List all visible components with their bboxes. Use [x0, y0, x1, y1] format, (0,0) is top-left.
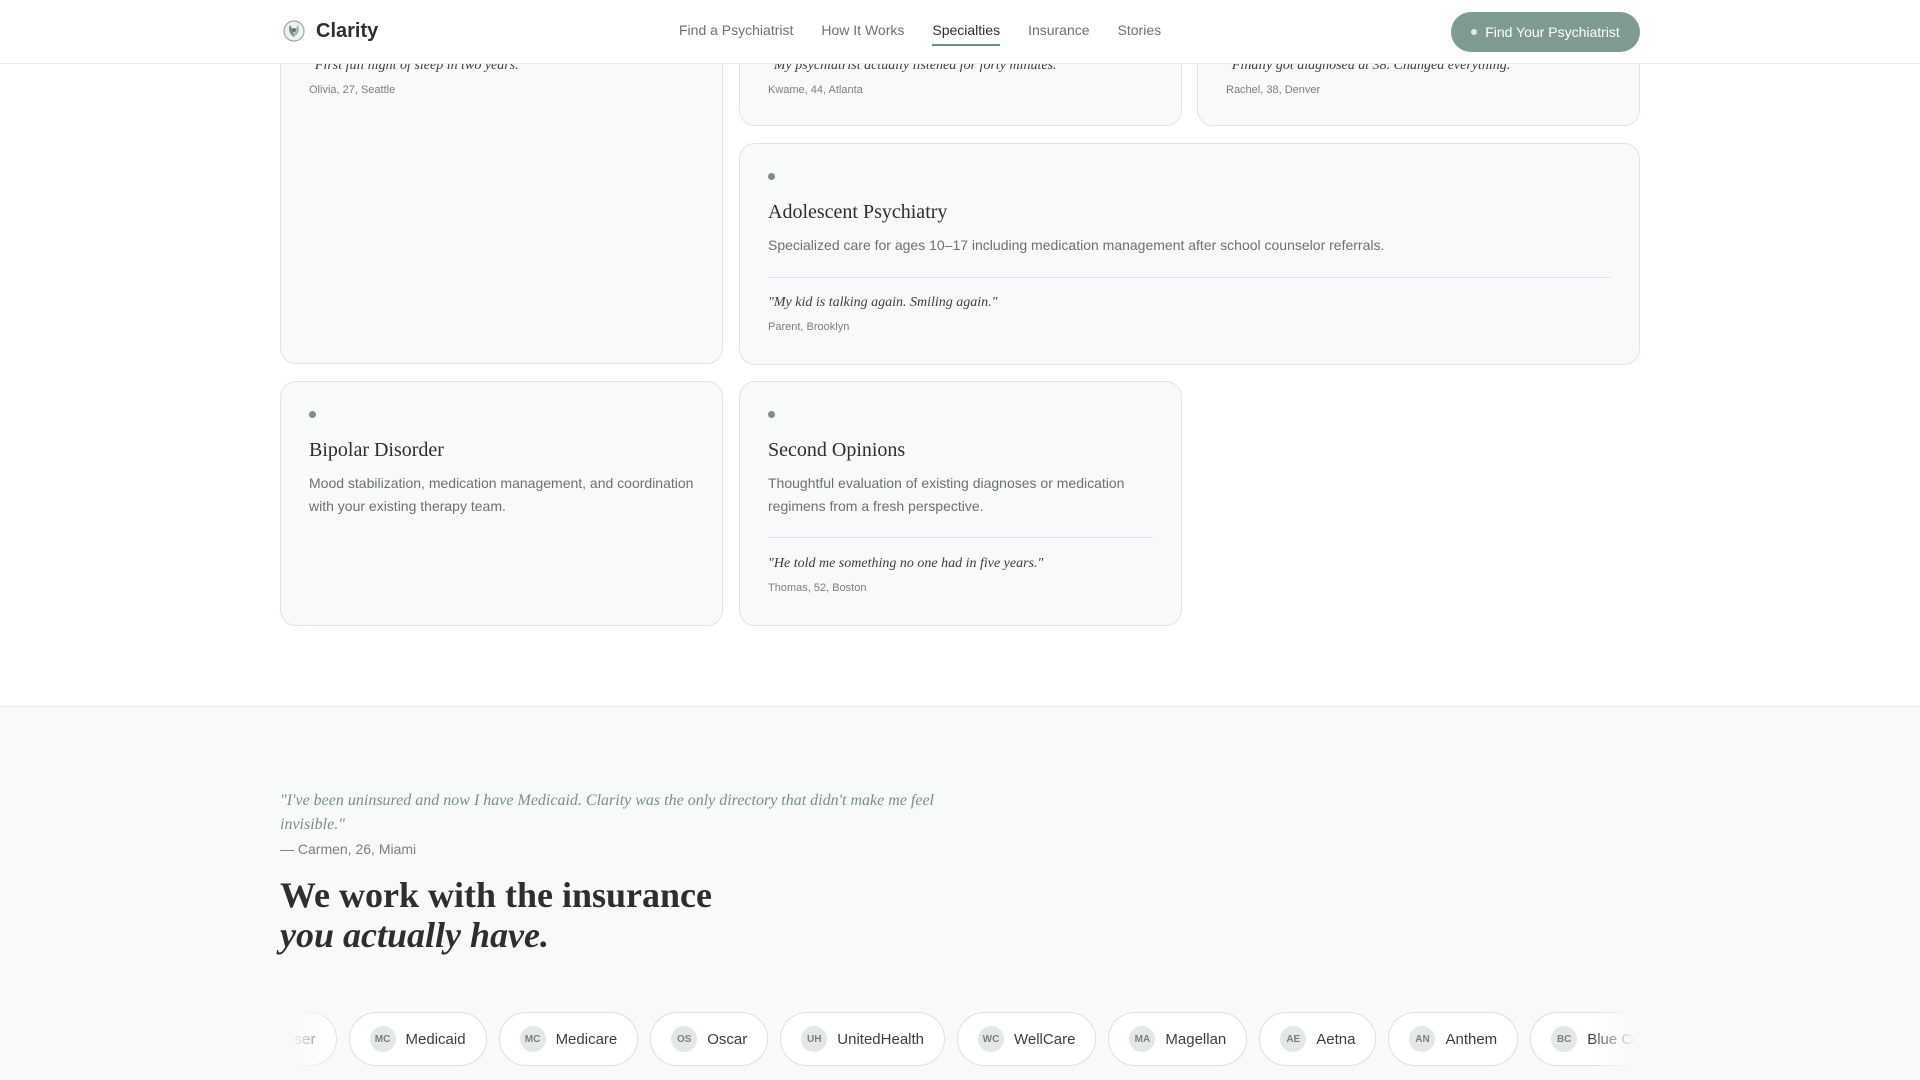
find-psychiatrist-button[interactable]: Find Your Psychiatrist — [1451, 12, 1640, 52]
main-nav: Find a Psychiatrist How It Works Special… — [679, 22, 1161, 46]
insurance-chip-wellcare[interactable]: WC WellCare — [957, 1012, 1097, 1066]
insurer-badge-icon: MA — [1129, 1026, 1156, 1052]
testimonial-author: Olivia, 27, Seattle — [309, 84, 396, 96]
insurance-chip-medicare[interactable]: MC Medicare — [498, 1012, 639, 1066]
insurer-name: Magellan — [1165, 1030, 1227, 1048]
insurance-chip-blue-cross[interactable]: BC Blue Cross — [1530, 1012, 1640, 1066]
testimonial-quote: "My kid is talking again. Smiling again.… — [768, 295, 998, 310]
divider — [768, 537, 1153, 538]
testimonial-author: Thomas, 52, Boston — [768, 582, 867, 594]
insurer-name: UnitedHealth — [837, 1030, 924, 1048]
insurance-heading-line2: you actually have. — [280, 915, 549, 955]
insurance-chip-list: KP Kaiser MC Medicaid MC Medicare OS Osc… — [280, 1012, 1640, 1066]
nav-specialties[interactable]: Specialties — [932, 22, 1001, 46]
specialty-description: Mood stabilization, medication managemen… — [309, 475, 694, 514]
insurance-chip-oscar[interactable]: OS Oscar — [650, 1012, 769, 1066]
testimonial-author: Rachel, 38, Denver — [1226, 84, 1321, 96]
insurer-badge-icon: AN — [1409, 1026, 1436, 1052]
insurer-name: Medicaid — [405, 1030, 466, 1048]
dot-icon — [309, 411, 316, 418]
insurance-carousel: KP Kaiser MC Medicaid MC Medicare OS Osc… — [280, 1012, 1640, 1070]
insurer-badge-icon: UH — [801, 1026, 828, 1052]
insurer-name: Oscar — [707, 1030, 748, 1048]
brand[interactable]: Clarity — [282, 19, 378, 43]
site-header: Clarity Find a Psychiatrist How It Works… — [0, 0, 1920, 64]
insurance-chip-medicaid[interactable]: MC Medicaid — [348, 1012, 487, 1066]
insurance-chip-unitedhealth[interactable]: UH UnitedHealth — [780, 1012, 945, 1066]
insurer-badge-icon: WC — [978, 1026, 1004, 1052]
insurance-chip-kaiser[interactable]: KP Kaiser — [280, 1012, 337, 1066]
nav-insurance[interactable]: Insurance — [1028, 22, 1089, 46]
dot-icon — [768, 411, 775, 418]
specialty-card-second-opinions[interactable]: Second Opinions Thoughtful evaluation of… — [739, 381, 1182, 626]
insurance-testimonial-quote: "I've been uninsured and now I have Medi… — [280, 792, 934, 833]
insurer-badge-icon: MC — [369, 1026, 396, 1052]
specialty-card-adolescent[interactable]: Adolescent Psychiatry Specialized care f… — [739, 143, 1640, 365]
insurer-name: Aetna — [1316, 1030, 1356, 1048]
insurance-chip-magellan[interactable]: MA Magellan — [1108, 1012, 1248, 1066]
nav-stories[interactable]: Stories — [1118, 22, 1162, 46]
insurance-testimonial-author: — Carmen, 26, Miami — [280, 841, 417, 857]
insurer-name: Anthem — [1445, 1030, 1498, 1048]
divider — [768, 277, 1611, 278]
testimonial-quote: "He told me something no one had in five… — [768, 556, 1044, 571]
specialty-description: Specialized care for ages 10–17 includin… — [768, 237, 1385, 253]
cta-label: Find Your Psychiatrist — [1485, 24, 1620, 40]
insurance-chip-aetna[interactable]: AE Aetna — [1259, 1012, 1377, 1066]
insurer-name: Medicare — [555, 1030, 618, 1048]
leaf-logo-icon — [283, 20, 305, 42]
nav-find-psychiatrist[interactable]: Find a Psychiatrist — [679, 22, 793, 46]
insurer-name: WellCare — [1014, 1030, 1076, 1048]
insurer-badge-icon: BC — [1551, 1026, 1578, 1052]
dot-icon — [768, 173, 775, 180]
specialty-card-bipolar[interactable]: Bipolar Disorder Mood stabilization, med… — [280, 381, 723, 626]
insurance-heading: We work with the insurance you actually … — [280, 875, 712, 955]
nav-how-it-works[interactable]: How It Works — [821, 22, 904, 46]
specialty-title: Bipolar Disorder — [309, 439, 444, 461]
insurer-badge-icon: MC — [519, 1026, 546, 1052]
dot-icon — [1471, 29, 1478, 35]
insurer-name: Blue Cross — [1587, 1030, 1640, 1048]
insurer-badge-icon: OS — [671, 1026, 698, 1052]
testimonial-author: Kwame, 44, Atlanta — [768, 84, 863, 96]
testimonial-author: Parent, Brooklyn — [768, 321, 850, 333]
insurance-section: "I've been uninsured and now I have Medi… — [0, 706, 1920, 1080]
specialty-description: Thoughtful evaluation of existing diagno… — [768, 475, 1125, 514]
specialty-title: Adolescent Psychiatry — [768, 201, 948, 223]
insurer-name: Kaiser — [280, 1030, 316, 1048]
insurance-heading-line1: We work with the insurance — [280, 875, 712, 915]
brand-name: Clarity — [316, 19, 379, 42]
insurance-chip-anthem[interactable]: AN Anthem — [1388, 1012, 1519, 1066]
insurer-badge-icon: AE — [1280, 1026, 1307, 1052]
specialty-title: Second Opinions — [768, 439, 906, 461]
